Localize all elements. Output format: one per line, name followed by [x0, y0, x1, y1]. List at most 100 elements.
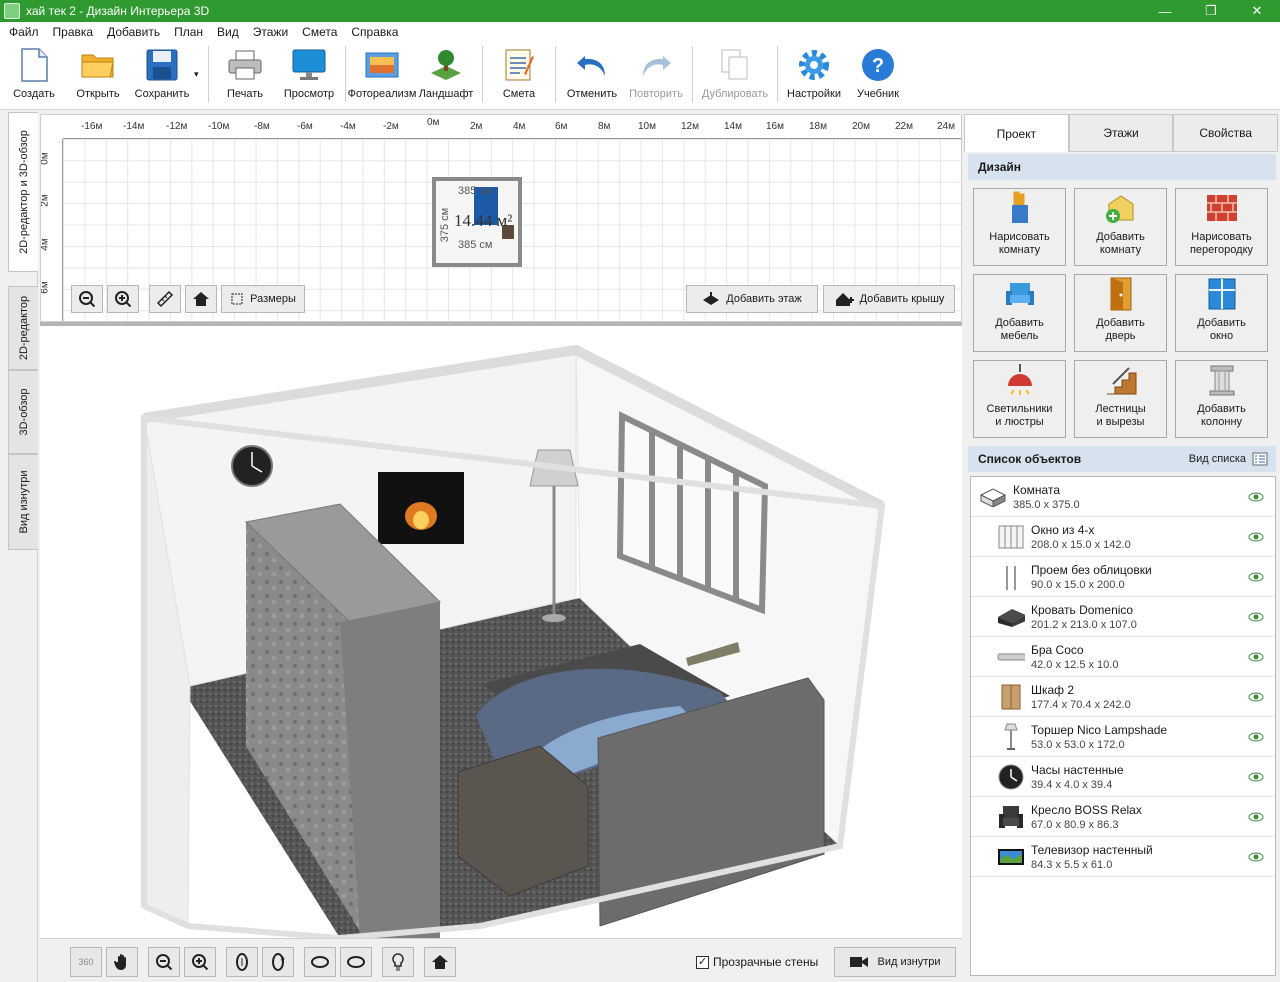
dimensions-button[interactable]: Размеры	[221, 285, 305, 313]
add-door-button[interactable]: Добавить дверь	[1074, 274, 1167, 352]
visibility-eye-icon[interactable]	[1245, 732, 1267, 742]
list-item-wall-clock[interactable]: Часы настенные 39.4 x 4.0 x 39.4	[971, 757, 1275, 797]
list-item-window[interactable]: Окно из 4-х 208.0 x 15.0 x 142.0	[971, 517, 1275, 557]
undo-button[interactable]: Отменить	[560, 42, 624, 106]
list-item-tv[interactable]: Телевизор настенный 84.3 x 5.5 x 61.0	[971, 837, 1275, 877]
visibility-eye-icon[interactable]	[1245, 492, 1267, 502]
add-column-label-1: Добавить	[1197, 403, 1246, 415]
list-item-room[interactable]: Комната 385.0 x 375.0	[971, 477, 1275, 517]
ruler-measure-button[interactable]	[149, 285, 181, 313]
inside-view-button[interactable]: Вид изнутри	[834, 947, 956, 977]
tutorial-button[interactable]: ? Учебник	[846, 42, 910, 106]
add-roof-button[interactable]: Добавить крышу	[823, 285, 955, 313]
minimize-button[interactable]: —	[1142, 0, 1188, 22]
svg-text:?: ?	[872, 55, 884, 77]
menu-estimate[interactable]: Смета	[295, 25, 344, 39]
rotate-right-button[interactable]	[262, 947, 294, 977]
tv-object-icon	[997, 844, 1025, 870]
save-button[interactable]: Сохранить	[130, 42, 194, 106]
duplicate-button[interactable]: Дублировать	[697, 42, 773, 106]
open-button[interactable]: Открыть	[66, 42, 130, 106]
tab-inside-view[interactable]: Вид изнутри	[8, 454, 38, 550]
menu-bar: Файл Правка Добавить План Вид Этажи Смет…	[0, 22, 1280, 42]
list-item-armchair[interactable]: Кресло BOSS Relax 67.0 x 80.9 x 86.3	[971, 797, 1275, 837]
visibility-eye-icon[interactable]	[1245, 812, 1267, 822]
tab-2d-and-3d[interactable]: 2D-редактор и 3D-обзор	[8, 112, 38, 272]
tilt-up-button[interactable]	[304, 947, 336, 977]
visibility-eye-icon[interactable]	[1245, 652, 1267, 662]
maximize-button[interactable]: ❐	[1188, 0, 1234, 22]
menu-view[interactable]: Вид	[210, 25, 246, 39]
zoom-in-button[interactable]	[107, 285, 139, 313]
brick-wall-icon	[1205, 191, 1239, 225]
visibility-eye-icon[interactable]	[1245, 612, 1267, 622]
visibility-eye-icon[interactable]	[1245, 532, 1267, 542]
add-furniture-button[interactable]: Добавить мебель	[973, 274, 1066, 352]
add-floor-button[interactable]: Добавить этаж	[686, 285, 818, 313]
home-view-button[interactable]	[185, 285, 217, 313]
list-item-opening[interactable]: Проем без облицовки 90.0 x 15.0 x 200.0	[971, 557, 1275, 597]
lights-chandeliers-button[interactable]: Светильники и люстры	[973, 360, 1066, 438]
tab-3d-view[interactable]: 3D-обзор	[8, 370, 38, 454]
transparent-walls-checkbox[interactable]: ✓ Прозрачные стены	[696, 955, 818, 969]
menu-floors[interactable]: Этажи	[246, 25, 295, 39]
photoreal-button[interactable]: Фотореализм	[347, 42, 417, 106]
zoom-out-button[interactable]	[71, 285, 103, 313]
list-item-bed[interactable]: Кровать Domenico 201.2 x 213.0 x 107.0	[971, 597, 1275, 637]
photoreal-label: Фотореализм	[347, 88, 417, 100]
preview-button[interactable]: Просмотр	[277, 42, 341, 106]
visibility-eye-icon[interactable]	[1245, 852, 1267, 862]
settings-label: Настройки	[787, 88, 841, 100]
visibility-eye-icon[interactable]	[1245, 572, 1267, 582]
menu-edit[interactable]: Правка	[46, 25, 101, 39]
close-button[interactable]: ✕	[1234, 0, 1280, 22]
tab-project[interactable]: Проект	[964, 114, 1069, 152]
home-3d-button[interactable]	[424, 947, 456, 977]
checkbox-box[interactable]: ✓	[696, 955, 709, 969]
tab-floors[interactable]: Этажи	[1068, 114, 1174, 152]
list-item-wardrobe[interactable]: Шкаф 2 177.4 x 70.4 x 242.0	[971, 677, 1275, 717]
add-room-button[interactable]: Добавить комнату	[1074, 188, 1167, 266]
stairs-cutouts-button[interactable]: Лестницы и вырезы	[1074, 360, 1167, 438]
room-3d-render[interactable]	[40, 326, 962, 938]
estimate-button[interactable]: Смета	[487, 42, 551, 106]
ruler-x-tick: 2м	[470, 121, 483, 132]
settings-button[interactable]: Настройки	[782, 42, 846, 106]
tab-2d-editor[interactable]: 2D-редактор	[8, 286, 38, 370]
visibility-eye-icon[interactable]	[1245, 692, 1267, 702]
draw-partition-button[interactable]: Нарисовать перегородку	[1175, 188, 1268, 266]
design-section-header: Дизайн	[968, 154, 1276, 180]
menu-help[interactable]: Справка	[344, 25, 405, 39]
landscape-button[interactable]: Ландшафт	[414, 42, 478, 106]
printer-icon	[228, 48, 262, 82]
home-icon	[432, 955, 448, 969]
menu-add[interactable]: Добавить	[100, 25, 167, 39]
room-plan[interactable]: 385 см 14.44 м² 375 см 385 см	[432, 177, 522, 267]
visibility-eye-icon[interactable]	[1245, 772, 1267, 782]
list-item-floor-lamp[interactable]: Торшер Nico Lampshade 53.0 x 53.0 x 172.0	[971, 717, 1275, 757]
menu-plan[interactable]: План	[167, 25, 210, 39]
lighting-button[interactable]	[382, 947, 414, 977]
redo-button[interactable]: Повторить	[624, 42, 688, 106]
create-button[interactable]: Создать	[2, 42, 66, 106]
rotate-360-button[interactable]: 360	[70, 947, 102, 977]
rotate-left-button[interactable]	[226, 947, 258, 977]
view-3d[interactable]	[40, 326, 962, 938]
add-window-button[interactable]: Добавить окно	[1175, 274, 1268, 352]
list-item-name: Проем без облицовки	[1031, 562, 1152, 577]
print-button[interactable]: Печать	[213, 42, 277, 106]
zoom-in-3d-button[interactable]	[184, 947, 216, 977]
list-view-toggle[interactable]: Вид списка	[1189, 452, 1276, 466]
list-item-sconce[interactable]: Бра Coco 42.0 x 12.5 x 10.0	[971, 637, 1275, 677]
list-item-dims: 53.0 x 53.0 x 172.0	[1031, 738, 1125, 751]
zoom-out-3d-button[interactable]	[148, 947, 180, 977]
draw-room-button[interactable]: Нарисовать комнату	[973, 188, 1066, 266]
pan-hand-button[interactable]	[106, 947, 138, 977]
tab-properties[interactable]: Свойства	[1173, 114, 1279, 152]
menu-file[interactable]: Файл	[2, 25, 46, 39]
tilt-down-button[interactable]	[340, 947, 372, 977]
plan-2d-editor[interactable]: -16м -14м -12м -10м -8м -6м -4м -2м 0м 2…	[40, 114, 962, 322]
add-column-button[interactable]: Добавить колонну	[1175, 360, 1268, 438]
save-dropdown-arrow[interactable]: ▾	[194, 42, 204, 106]
window-icon	[1205, 277, 1239, 311]
